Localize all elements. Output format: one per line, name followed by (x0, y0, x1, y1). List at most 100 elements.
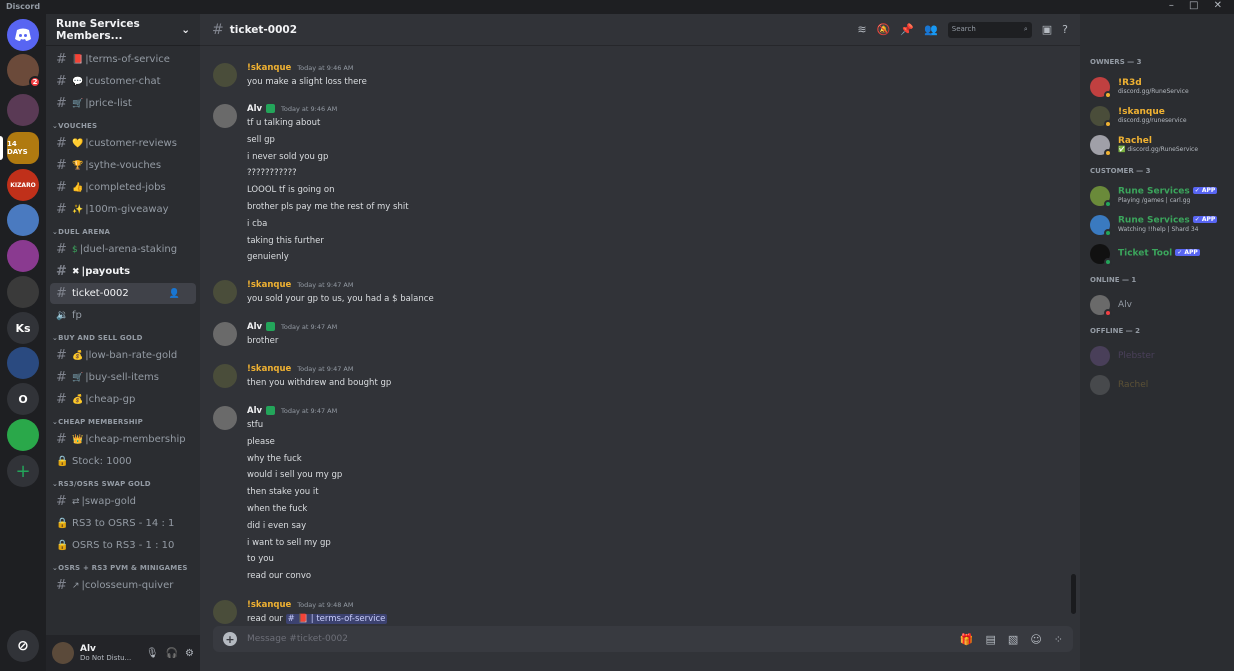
hash-icon: # (56, 202, 67, 217)
gif-icon[interactable]: ▤ (986, 633, 996, 646)
channel-price-list[interactable]: # 🛒 | price-list (50, 93, 196, 114)
apps-icon[interactable]: ⁘ (1054, 633, 1063, 646)
member-item[interactable]: Rachel ✅ discord.gg/RuneService (1080, 130, 1234, 159)
channel-buy-sell-items[interactable]: # 🛒 | buy-sell-items (50, 367, 196, 388)
server-icon[interactable] (7, 347, 39, 379)
home-discord-icon[interactable] (7, 19, 39, 51)
channel-colosseum-quiver[interactable]: # ↗ | colosseum-quiver (50, 575, 196, 596)
channel-cheap-membership[interactable]: # 👑 | cheap-membership (50, 429, 196, 450)
message-group: Alv Today at 9:46 AM tf u talking about s… (213, 102, 1053, 266)
server-icon[interactable] (7, 419, 39, 451)
add-server-icon[interactable]: + (7, 455, 39, 487)
message-text: you sold your gp to us, you had a $ bala… (247, 294, 434, 304)
avatar[interactable] (213, 322, 237, 346)
channel-customer-reviews[interactable]: # 💛 | customer-reviews (50, 133, 196, 154)
channel-ticket-0002[interactable]: # ticket-0002 👤 (50, 283, 196, 304)
avatar (1090, 374, 1110, 395)
channel-swap-gold[interactable]: # ⇄ | swap-gold (50, 491, 196, 512)
server-icon[interactable] (7, 204, 39, 236)
discover-compass-icon[interactable]: ⊘ (7, 630, 39, 662)
member-list-icon[interactable]: 👥 (924, 23, 938, 36)
gear-icon[interactable]: ⚙ (185, 648, 194, 659)
category-pvm-minigames[interactable]: ⌄ OSRS + RS3 PVM & MINIGAMES (46, 557, 200, 575)
server-icon[interactable] (7, 240, 39, 272)
member-item[interactable]: Ticket Tool ✓ APP (1080, 239, 1234, 268)
help-icon[interactable]: ? (1062, 23, 1068, 36)
channel-osrs-to-rs3[interactable]: 🔒 OSRS to RS3 - 1 : 10 (50, 535, 196, 556)
channel-terms-of-service[interactable]: # 📕 | terms-of-service (50, 49, 196, 70)
channel-name: cheap-gp (88, 394, 136, 405)
message-composer[interactable]: + Message #ticket-0002 🎁 ▤ ▧ ☺ ⁘ (213, 626, 1073, 652)
avatar[interactable] (213, 63, 237, 87)
channel-fp[interactable]: 🔉 fp (50, 305, 196, 326)
category-buy-and-sell-gold[interactable]: ⌄ BUY AND SELL GOLD (46, 327, 200, 345)
avatar[interactable] (213, 406, 237, 430)
author-name[interactable]: Alv (247, 406, 262, 416)
channel-stock[interactable]: 🔒 Stock: 1000 (50, 451, 196, 472)
author-name[interactable]: !skanque (247, 63, 291, 73)
category-vouches[interactable]: ⌄ VOUCHES (46, 115, 200, 133)
server-icon[interactable]: Ks (7, 312, 39, 344)
category-cheap-membership[interactable]: ⌄ CHEAP MEMBERSHIP (46, 411, 200, 429)
author-name[interactable]: !skanque (247, 364, 291, 374)
member-item[interactable]: Alv (1080, 290, 1234, 319)
channel-sidebar: Rune Services Members... ⌄ # 📕 | terms-of-… (46, 14, 200, 671)
author-name[interactable]: !skanque (247, 280, 291, 290)
channel-mention[interactable]: # 📕 | terms-of-service (285, 614, 388, 624)
message-input[interactable]: Message #ticket-0002 (247, 634, 348, 644)
channel-customer-chat[interactable]: # 💬 | customer-chat (50, 71, 196, 92)
channel-payouts[interactable]: # ✖ | payouts (50, 261, 196, 282)
member-item[interactable]: Rune Services ✓ APP Watching !!help | Shar… (1080, 210, 1234, 239)
add-member-icon[interactable]: 👤 (159, 283, 190, 304)
member-category: ONLINE — 1 (1090, 276, 1137, 284)
emoji-icon[interactable]: ☺ (1030, 633, 1041, 646)
avatar (1090, 243, 1112, 266)
avatar[interactable] (52, 642, 74, 664)
channel-emoji: ✨ (72, 204, 84, 215)
search-input[interactable]: Search ⌕ (947, 21, 1032, 38)
channel-duel-arena-staking[interactable]: # $ | duel-arena-staking (50, 239, 196, 260)
sticker-icon[interactable]: ▧ (1008, 633, 1018, 646)
avatar[interactable] (213, 280, 237, 304)
pin-icon[interactable]: 📌 (900, 23, 914, 36)
headphones-icon[interactable]: 🎧 (166, 648, 178, 659)
author-name[interactable]: !skanque (247, 600, 291, 610)
category-duel-arena[interactable]: ⌄ DUEL ARENA (46, 221, 200, 239)
server-icon[interactable]: KIZARO (7, 169, 39, 201)
channel-rs3-to-osrs[interactable]: 🔒 RS3 to OSRS - 14 : 1 (50, 513, 196, 534)
hash-icon: # (56, 74, 67, 89)
threads-icon[interactable]: ≋ (857, 23, 866, 36)
avatar[interactable] (213, 104, 237, 128)
scrollbar[interactable] (1071, 574, 1076, 614)
avatar[interactable] (213, 364, 237, 388)
guild-header[interactable]: Rune Services Members... ⌄ (46, 14, 200, 46)
member-item[interactable]: Plebster (1080, 341, 1234, 370)
attach-plus-icon[interactable]: + (223, 632, 237, 646)
member-item[interactable]: Rachel (1080, 370, 1234, 399)
member-item[interactable]: Rune Services ✓ APP Playing /games | carl.… (1080, 181, 1234, 210)
channel-low-ban-rate-gold[interactable]: # 💰 | low-ban-rate-gold (50, 345, 196, 366)
gift-icon[interactable]: 🎁 (960, 633, 974, 646)
channel-sythe-vouches[interactable]: # 🏆 | sythe-vouches (50, 155, 196, 176)
member-item[interactable]: !R3d discord.gg/RuneService (1080, 72, 1234, 101)
category-swap-gold[interactable]: ⌄ RS3/OSRS SWAP GOLD (46, 473, 200, 491)
server-icon[interactable] (7, 94, 39, 126)
channel-list: # 📕 | terms-of-service # 💬 | customer-chat #… (46, 47, 200, 637)
window-controls[interactable]: – □ ✕ (1169, 0, 1228, 11)
mute-bell-icon[interactable]: 🔕 (877, 23, 891, 36)
message-text: genuienly (247, 252, 289, 263)
server-icon[interactable]: 14 DAYS (7, 132, 39, 164)
server-icon[interactable]: O (7, 383, 39, 415)
message-text: when the fuck (247, 503, 308, 514)
author-name[interactable]: Alv (247, 322, 262, 332)
avatar[interactable] (213, 600, 237, 624)
channel-100m-giveaway[interactable]: # ✨ | 100m-giveaway (50, 199, 196, 220)
channel-completed-jobs[interactable]: # 👍 | completed-jobs (50, 177, 196, 198)
server-icon[interactable] (7, 276, 39, 308)
server-icon[interactable]: 2 (7, 54, 41, 88)
inbox-icon[interactable]: ▣ (1042, 23, 1052, 36)
author-name[interactable]: Alv (247, 104, 262, 114)
member-item[interactable]: !skanque discord.gg/runeservice (1080, 101, 1234, 130)
channel-cheap-gp[interactable]: # 💰 | cheap-gp (50, 389, 196, 410)
microphone-icon[interactable]: 🎙 (146, 648, 159, 659)
